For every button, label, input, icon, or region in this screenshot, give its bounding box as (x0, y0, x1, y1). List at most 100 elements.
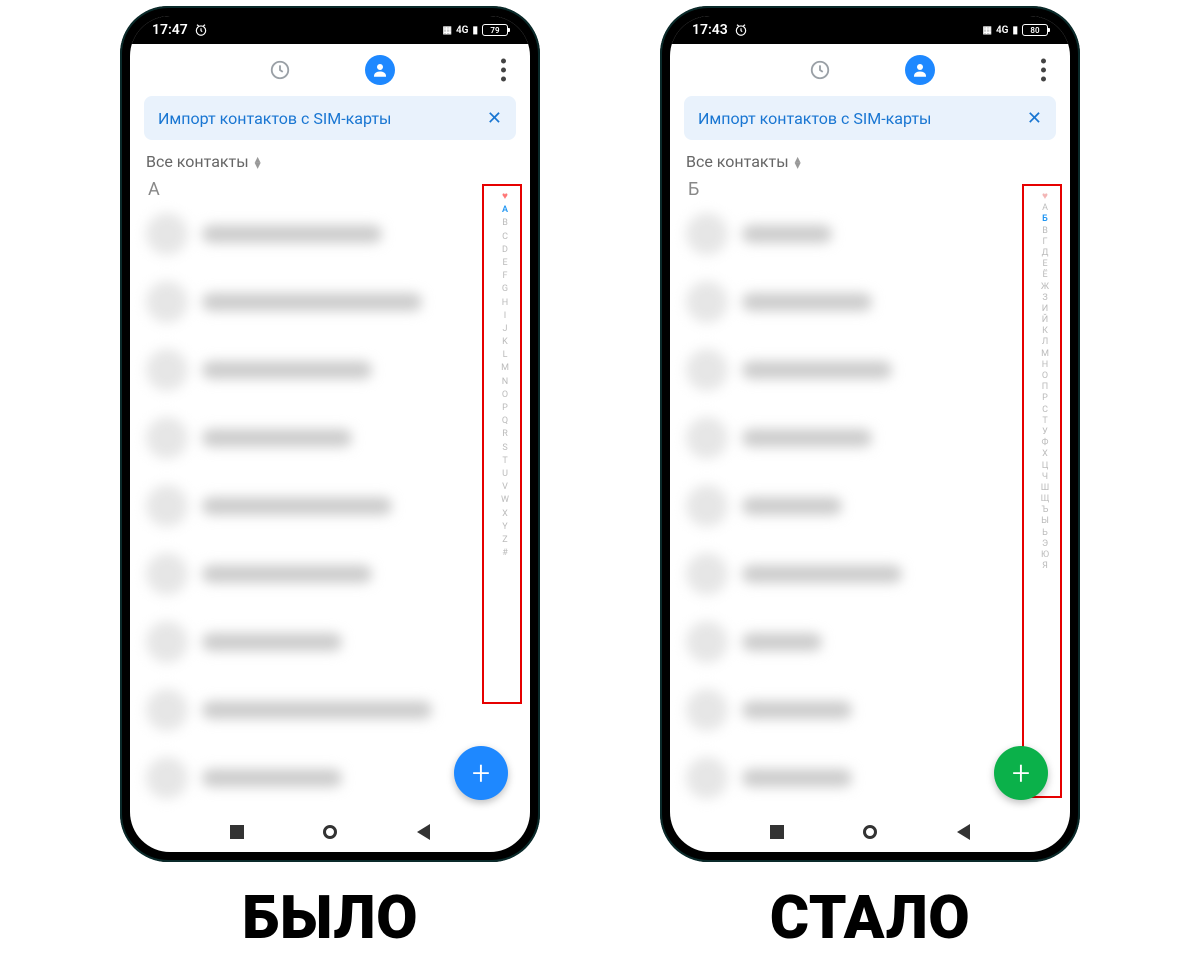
heart-icon[interactable]: ♥ (502, 192, 508, 202)
contacts-filter[interactable]: Все контакты ▴▾ (670, 140, 1070, 175)
index-letter[interactable]: H (502, 299, 508, 308)
index-letter[interactable]: Й (1042, 316, 1048, 325)
index-letter[interactable]: A (502, 206, 508, 215)
index-letter[interactable]: S (502, 444, 507, 453)
index-letter[interactable]: Т (1042, 417, 1047, 426)
index-letter[interactable]: G (502, 285, 508, 294)
contact-row[interactable] (138, 676, 522, 744)
index-letter[interactable]: Ё (1042, 271, 1047, 280)
contact-row[interactable] (138, 540, 522, 608)
import-sim-banner[interactable]: Импорт контактов с SIM-карты ✕ (684, 96, 1056, 140)
index-letter[interactable]: В (1042, 227, 1048, 236)
heart-icon[interactable]: ♥ (1042, 192, 1048, 202)
contacts-filter[interactable]: Все контакты ▴▾ (130, 140, 530, 175)
index-letter[interactable]: Н (1042, 361, 1048, 370)
index-letter[interactable]: М (1041, 350, 1049, 359)
add-contact-fab[interactable]: + (454, 746, 508, 800)
index-letter[interactable]: P (502, 404, 508, 413)
index-letter[interactable]: У (1042, 428, 1048, 437)
index-letter[interactable]: Л (1042, 338, 1048, 347)
index-letter[interactable]: M (501, 364, 509, 373)
contact-row[interactable] (138, 336, 522, 404)
close-icon[interactable]: ✕ (1027, 108, 1042, 129)
contact-row[interactable] (138, 200, 522, 268)
overflow-menu-icon[interactable] (501, 59, 506, 82)
index-letter[interactable]: Б (1042, 215, 1048, 224)
nav-recents-icon[interactable] (230, 825, 244, 839)
nav-home-icon[interactable] (863, 825, 877, 839)
index-letter[interactable]: V (502, 483, 508, 492)
index-letter[interactable]: З (1042, 294, 1047, 303)
contacts-list[interactable] (670, 200, 1070, 812)
index-letter[interactable]: E (502, 259, 507, 268)
index-letter[interactable]: O (502, 391, 508, 400)
index-letter[interactable]: Z (502, 536, 507, 545)
nav-recents-icon[interactable] (770, 825, 784, 839)
index-letter[interactable]: А (1042, 204, 1048, 213)
nav-back-icon[interactable] (957, 824, 970, 840)
nav-home-icon[interactable] (323, 825, 337, 839)
index-letter[interactable]: X (502, 510, 508, 519)
index-letter[interactable]: Д (1042, 249, 1049, 258)
contact-row[interactable] (138, 404, 522, 472)
index-letter[interactable]: R (502, 430, 508, 439)
contact-row[interactable] (678, 540, 1062, 608)
contact-row[interactable] (678, 608, 1062, 676)
contact-row[interactable] (678, 676, 1062, 744)
index-letter[interactable]: J (503, 325, 508, 334)
index-letter[interactable]: K (502, 338, 508, 347)
alpha-index[interactable]: ♥ABCDEFGHIJKLMNOPQRSTUVWXYZ# (494, 192, 516, 558)
index-letter[interactable]: Ь (1042, 529, 1048, 538)
tab-recents[interactable] (265, 55, 295, 85)
index-letter[interactable]: Y (502, 523, 507, 532)
contact-row[interactable] (138, 472, 522, 540)
contact-row[interactable] (678, 404, 1062, 472)
index-letter[interactable]: N (502, 378, 508, 387)
index-letter[interactable]: T (502, 457, 507, 466)
index-letter[interactable]: Ц (1042, 462, 1049, 471)
tab-contacts[interactable] (365, 55, 395, 85)
index-letter[interactable]: I (504, 312, 506, 321)
index-letter[interactable]: К (1042, 327, 1048, 336)
index-letter[interactable]: Г (1042, 238, 1047, 247)
tab-recents[interactable] (805, 55, 835, 85)
contact-row[interactable] (678, 268, 1062, 336)
index-letter[interactable]: Х (1042, 450, 1048, 459)
index-letter[interactable]: О (1042, 372, 1048, 381)
index-letter[interactable]: Ы (1041, 517, 1049, 526)
index-letter[interactable]: Е (1042, 260, 1047, 269)
add-contact-fab[interactable]: + (994, 746, 1048, 800)
index-letter[interactable]: С (1042, 406, 1048, 415)
index-letter[interactable]: Ъ (1042, 506, 1049, 515)
index-letter[interactable]: L (503, 351, 508, 360)
index-letter[interactable]: # (502, 549, 508, 558)
index-letter[interactable]: Ш (1041, 484, 1049, 493)
contact-row[interactable] (138, 268, 522, 336)
index-letter[interactable]: Ж (1041, 283, 1049, 292)
index-letter[interactable]: П (1042, 383, 1048, 392)
index-letter[interactable]: Я (1042, 562, 1048, 571)
index-letter[interactable]: И (1042, 305, 1048, 314)
contact-row[interactable] (678, 336, 1062, 404)
contact-row[interactable] (678, 200, 1062, 268)
index-letter[interactable]: Р (1042, 394, 1048, 403)
alpha-index[interactable]: ♥ АБВГДЕЁЖЗИЙКЛМНОПРСТУФХЦЧШЩЪЫЬЭЮЯ (1034, 192, 1056, 571)
index-letter[interactable]: Щ (1041, 495, 1050, 504)
index-letter[interactable]: B (502, 219, 508, 228)
index-letter[interactable]: Ю (1041, 551, 1049, 560)
contacts-list[interactable] (130, 200, 530, 812)
index-letter[interactable]: Q (502, 417, 508, 426)
index-letter[interactable]: Ф (1042, 439, 1049, 448)
tab-contacts[interactable] (905, 55, 935, 85)
close-icon[interactable]: ✕ (487, 108, 502, 129)
contact-row[interactable] (678, 472, 1062, 540)
index-letter[interactable]: Э (1042, 540, 1048, 549)
index-letter[interactable]: C (502, 233, 508, 242)
index-letter[interactable]: W (501, 496, 509, 505)
overflow-menu-icon[interactable] (1041, 59, 1046, 82)
index-letter[interactable]: Ч (1042, 473, 1048, 482)
index-letter[interactable]: F (503, 272, 508, 281)
contact-row[interactable] (138, 608, 522, 676)
nav-back-icon[interactable] (417, 824, 430, 840)
index-letter[interactable]: U (502, 470, 508, 479)
